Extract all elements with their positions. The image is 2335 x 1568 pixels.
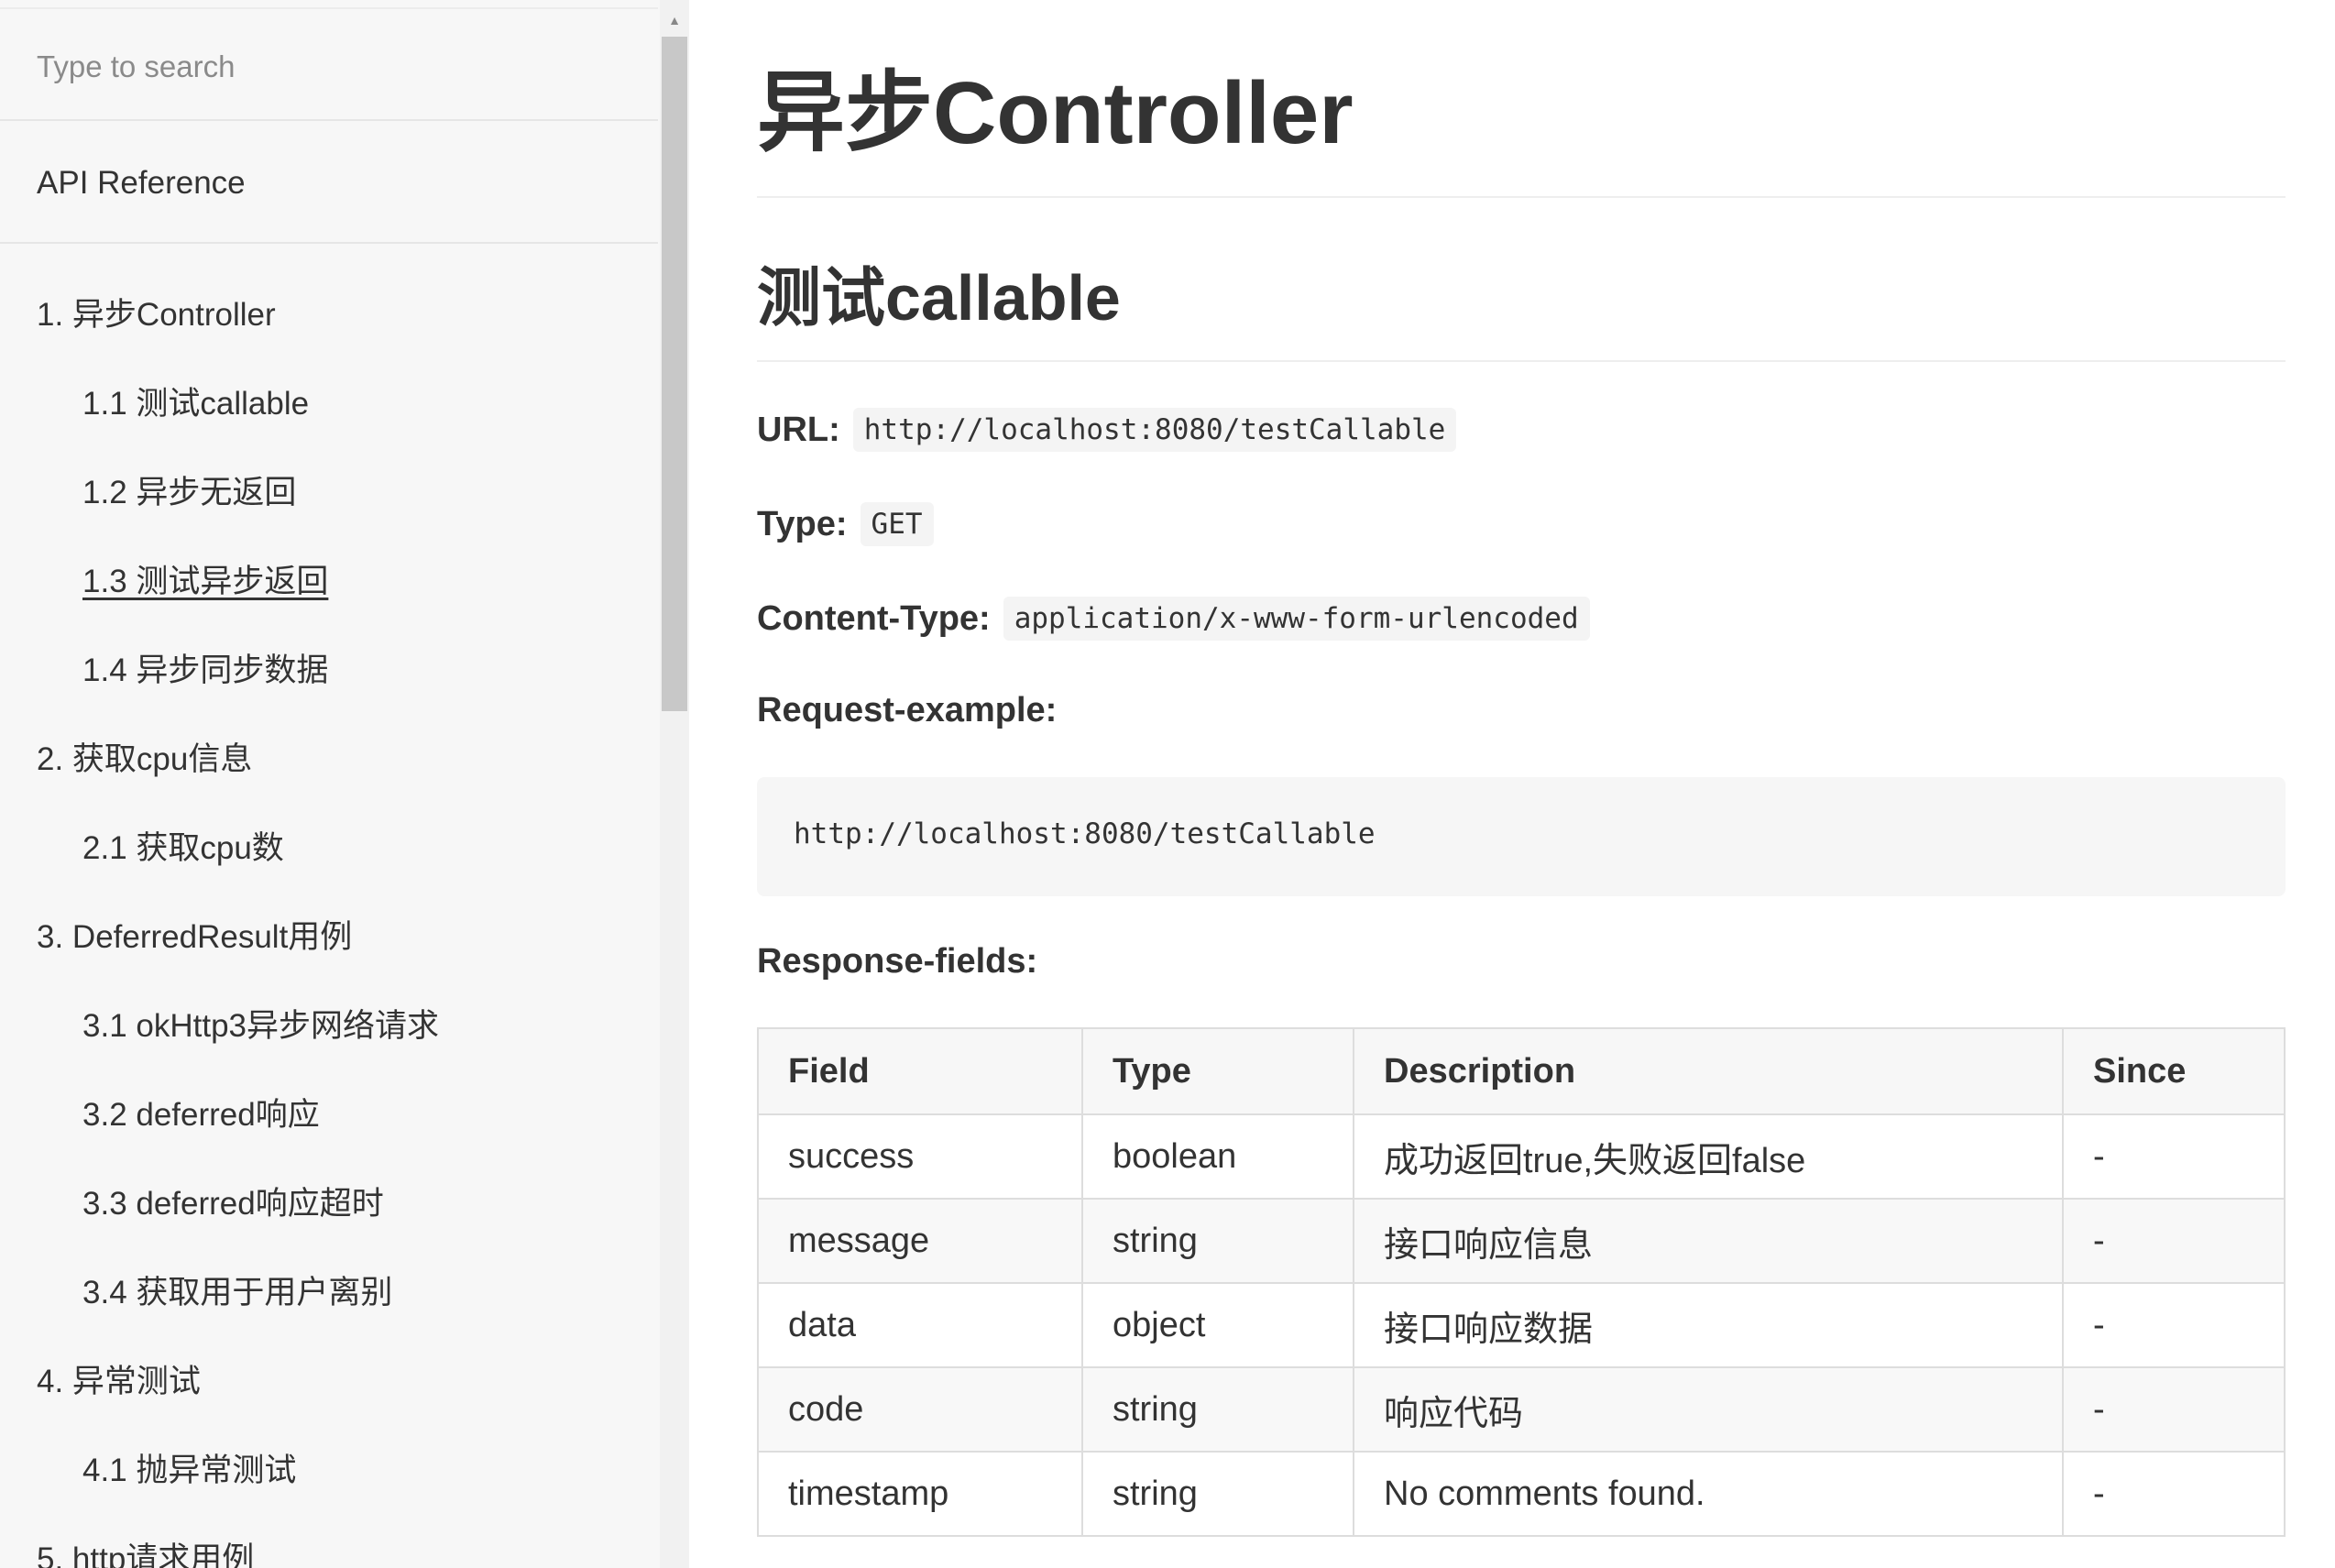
- cell-description: 响应代码: [1353, 1366, 2064, 1453]
- toc-item-exception-test[interactable]: 4. 异常测试: [37, 1355, 201, 1402]
- toc-item-http-request[interactable]: 5. http请求用例: [37, 1533, 254, 1568]
- table-row: timestamp string No comments found. -: [757, 1451, 2286, 1537]
- toc-item-cpu-count[interactable]: 2.1 获取cpu数: [82, 822, 284, 869]
- toc-item-test-callable[interactable]: 1.1 测试callable: [82, 378, 309, 424]
- cell-type: string: [1081, 1198, 1354, 1284]
- table-header-row: Field Type Description Since: [757, 1027, 2286, 1115]
- table-row: data object 接口响应数据 -: [757, 1282, 2286, 1368]
- search-box: [0, 7, 658, 121]
- toc-item-deferred-timeout[interactable]: 3.3 deferred响应超时: [82, 1178, 384, 1224]
- table-row: code string 响应代码 -: [757, 1366, 2286, 1453]
- toc-item-okhttp3[interactable]: 3.1 okHttp3异步网络请求: [82, 1000, 439, 1047]
- response-fields-table: Field Type Description Since success boo…: [757, 1027, 2286, 1537]
- toc-item-async-controller[interactable]: 1. 异步Controller: [37, 289, 276, 335]
- cell-field: data: [757, 1282, 1083, 1368]
- column-header-field: Field: [757, 1027, 1083, 1115]
- cell-type: string: [1081, 1451, 1354, 1537]
- api-reference-label: API Reference: [37, 165, 246, 201]
- sidebar: API Reference 1. 异步Controller 1.1 测试call…: [0, 0, 661, 1568]
- cell-field: timestamp: [757, 1451, 1083, 1537]
- column-header-since: Since: [2062, 1027, 2286, 1115]
- column-header-description: Description: [1353, 1027, 2064, 1115]
- sidebar-scrollbar-thumb[interactable]: [662, 37, 687, 711]
- request-example-label: Request-example:: [757, 691, 1058, 729]
- type-label: Type:: [757, 504, 848, 543]
- content-type-label: Content-Type:: [757, 598, 991, 638]
- api-reference-header[interactable]: API Reference: [0, 121, 658, 244]
- toc-item-throw-exception[interactable]: 4.1 抛异常测试: [82, 1444, 296, 1491]
- cell-since: -: [2062, 1282, 2286, 1368]
- url-value: http://localhost:8080/testCallable: [852, 408, 1457, 452]
- column-header-type: Type: [1081, 1027, 1354, 1115]
- cell-since: -: [2062, 1366, 2286, 1453]
- table-row: message string 接口响应信息 -: [757, 1198, 2286, 1284]
- toc-item-deferred-response[interactable]: 3.2 deferred响应: [82, 1089, 320, 1135]
- cell-description: No comments found.: [1353, 1451, 2064, 1537]
- cell-type: object: [1081, 1282, 1354, 1368]
- response-fields-label: Response-fields:: [757, 942, 1038, 981]
- title-divider: [757, 196, 2286, 198]
- cell-since: -: [2062, 1451, 2286, 1537]
- cell-since: -: [2062, 1198, 2286, 1284]
- table-row: success boolean 成功返回true,失败返回false -: [757, 1113, 2286, 1200]
- cell-field: success: [757, 1113, 1083, 1200]
- toc-item-test-async-return[interactable]: 1.3 测试异步返回: [82, 555, 328, 602]
- main-content: 异步Controller 测试callable URL: http://loca…: [757, 0, 2297, 1568]
- toc-item-async-no-return[interactable]: 1.2 异步无返回: [82, 466, 296, 513]
- cell-description: 接口响应信息: [1353, 1198, 2064, 1284]
- cell-description: 成功返回true,失败返回false: [1353, 1113, 2064, 1200]
- type-row: Type: GET: [757, 502, 934, 546]
- cell-description: 接口响应数据: [1353, 1282, 2064, 1368]
- url-row: URL: http://localhost:8080/testCallable: [757, 408, 1457, 452]
- toc-item-user-leave[interactable]: 3.4 获取用于用户离别: [82, 1266, 392, 1313]
- request-example-code: http://localhost:8080/testCallable: [757, 777, 2286, 896]
- content-type-value: application/x-www-form-urlencoded: [1003, 597, 1590, 641]
- cell-type: boolean: [1081, 1113, 1354, 1200]
- type-value: GET: [860, 502, 934, 546]
- page-title: 异步Controller: [757, 64, 1354, 162]
- section-title: 测试callable: [757, 262, 1121, 334]
- scroll-up-arrow-icon[interactable]: ▲: [660, 5, 689, 35]
- cell-type: string: [1081, 1366, 1354, 1453]
- section-divider: [757, 360, 2286, 362]
- cell-field: code: [757, 1366, 1083, 1453]
- url-label: URL:: [757, 410, 840, 449]
- search-input[interactable]: [35, 40, 625, 93]
- content-type-row: Content-Type: application/x-www-form-url…: [757, 597, 1590, 641]
- cell-since: -: [2062, 1113, 2286, 1200]
- toc-item-async-sync-data[interactable]: 1.4 异步同步数据: [82, 644, 328, 691]
- cell-field: message: [757, 1198, 1083, 1284]
- toc-item-deferred-result[interactable]: 3. DeferredResult用例: [37, 911, 352, 958]
- toc-item-cpu-info[interactable]: 2. 获取cpu信息: [37, 733, 252, 780]
